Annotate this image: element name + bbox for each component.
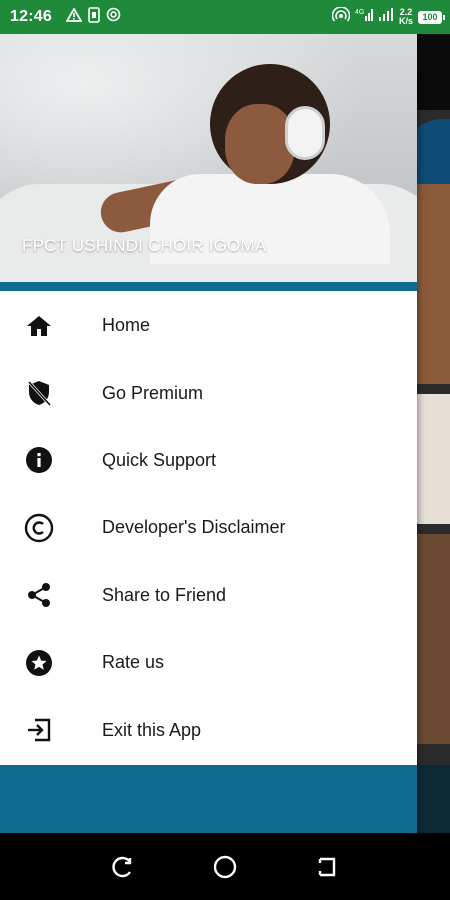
menu-item-label: Go Premium [102,382,204,403]
background-bottom-band [417,765,450,833]
recent-apps-icon[interactable] [104,849,140,885]
signal-icon: 4G [355,7,373,27]
warning-icon [65,6,83,27]
menu-item-developers-disclaimer[interactable]: Developer's Disclaimer [0,494,417,561]
copyright-icon [24,513,54,543]
status-time: 12:46 [10,8,52,25]
menu-item-label: Home [102,315,151,336]
navigation-drawer: FPCT USHINDI CHOIR IGOMA Home Go Premium… [0,34,417,833]
menu-item-label: Rate us [102,652,165,673]
exit-icon [24,715,54,745]
drawer-menu: Home Go Premium Quick Support Developer'… [0,292,417,764]
home-icon [24,311,54,341]
menu-item-label: Quick Support [102,449,217,470]
svg-text:4G: 4G [355,9,364,16]
network-speed: 2.2 K/s [399,8,413,26]
status-right-icons: 4G 2.2 K/s 100 [331,5,445,28]
drawer-header: FPCT USHINDI CHOIR IGOMA [0,34,417,282]
home-circle-icon[interactable] [207,849,243,885]
background-card [417,394,450,524]
share-icon [24,580,54,610]
menu-item-home[interactable]: Home [0,292,417,359]
status-left-icons [65,6,121,28]
menu-item-share-to-friend[interactable]: Share to Friend [0,562,417,629]
battery-icon: 100 [418,10,445,24]
menu-item-quick-support[interactable]: Quick Support [0,427,417,494]
menu-item-label: Exit this App [102,719,202,740]
status-bar: 12:46 4G 2.2 K/s 100 [0,0,450,34]
shield-off-icon [24,378,54,408]
location-icon [106,7,121,27]
signal-icon [378,7,394,27]
background-toolbar [417,34,450,110]
info-icon [24,445,54,475]
menu-item-label: Share to Friend [102,584,227,605]
background-card [417,534,450,744]
star-circle-icon [24,648,54,678]
battery-level: 100 [422,12,438,22]
headphones-icon [285,106,325,160]
menu-item-exit-this-app[interactable]: Exit this App [0,696,417,763]
menu-item-label: Developer's Disclaimer [102,517,286,538]
drawer-header-title: FPCT USHINDI CHOIR IGOMA [22,236,267,255]
drawer-footer [0,765,417,833]
background-card [417,184,450,384]
back-icon[interactable] [310,849,346,885]
header-accent-strip [0,282,417,291]
sim-icon [88,6,100,28]
system-navigation-bar [0,833,450,900]
menu-item-go-premium[interactable]: Go Premium [0,359,417,426]
hotspot-icon [331,5,351,28]
menu-item-rate-us[interactable]: Rate us [0,629,417,696]
network-speed-unit: K/s [398,16,413,26]
